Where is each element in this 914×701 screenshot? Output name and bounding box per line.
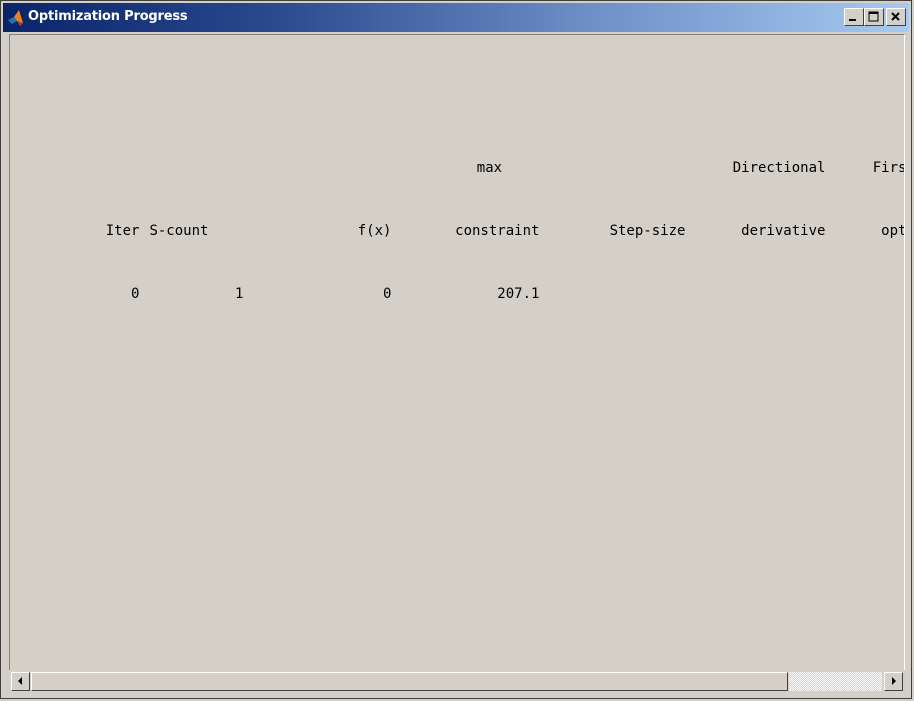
header-optimality: optimality [881,223,904,239]
header-row-2: Iter S-count f(x) constraint Step-size deriva… [10,200,904,239]
title-bar[interactable]: Optimization Progress [3,3,909,32]
close-icon [891,12,900,21]
maximize-button[interactable] [864,8,884,26]
header-derivative: derivative [741,223,826,239]
constraint-value: 207.1 [497,286,540,302]
fx-value: 0 [383,286,392,302]
scroll-right-button[interactable] [884,672,903,691]
matlab-logo-icon [8,10,23,26]
minimize-button[interactable] [844,8,864,26]
header-cell-directional: Directional [732,160,826,176]
header-step-size: Step-size [609,223,686,239]
table-row: 0 1 0 207.1 [10,263,904,302]
arrow-left-icon [18,677,22,685]
arrow-right-icon [892,677,896,685]
window-title: Optimization Progress [28,9,188,24]
s-count-value: 1 [235,286,244,302]
scroll-thumb[interactable] [31,672,788,691]
output-pane[interactable]: max Directional First-order Iter S-count f(x… [9,34,905,671]
header-fx: f(x) [357,223,392,239]
minimize-icon [849,19,856,21]
iteration-table: max Directional First-order Iter S-count f(x… [10,95,904,326]
header-constraint: constraint [455,223,540,239]
header-s-count: S-count [149,223,209,239]
header-row-1: max Directional First-order [10,137,904,176]
iter-value: 0 [131,286,140,302]
optimization-progress-window: Optimization Progress max Directional Firs… [0,0,912,699]
maximize-icon [868,11,879,22]
header-cell-first-order: First-order [872,160,904,176]
scroll-track[interactable] [789,672,882,691]
horizontal-scrollbar[interactable] [9,670,905,692]
scroll-left-button[interactable] [11,672,30,691]
header-iter: Iter [105,223,140,239]
header-cell-max: max [476,160,503,176]
close-button[interactable] [886,8,906,26]
